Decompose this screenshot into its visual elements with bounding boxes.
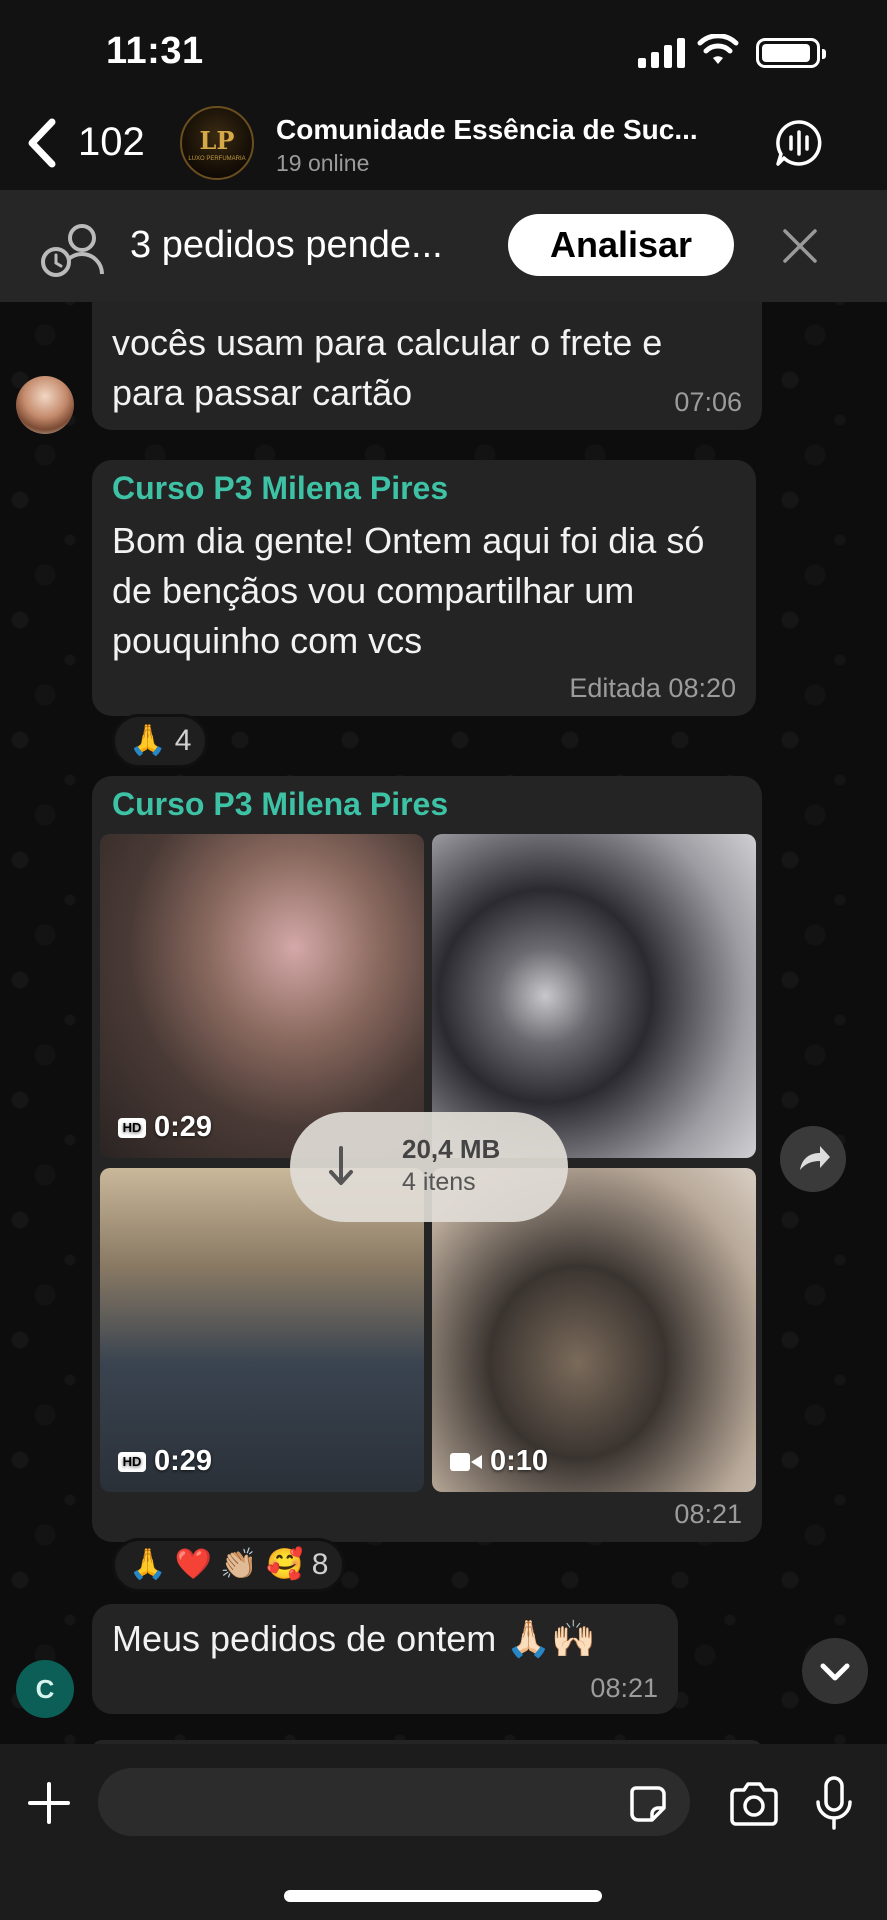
message-input[interactable] — [98, 1768, 690, 1836]
voice-chat-icon[interactable] — [774, 118, 824, 168]
chat-header: 102 LP LUXO PERFUMARIA Comunidade Essênc… — [0, 100, 887, 190]
pending-members-icon — [41, 224, 104, 277]
media-tile[interactable] — [432, 834, 756, 1158]
review-button[interactable]: Analisar — [508, 214, 734, 276]
unread-count[interactable]: 102 — [78, 120, 145, 165]
sender-name[interactable]: Curso P3 Milena Pires — [112, 786, 448, 823]
chevron-down-icon — [820, 1663, 850, 1681]
online-count: 19 online — [276, 150, 370, 176]
message-time: 07:06 — [674, 387, 742, 417]
media-tile[interactable]: HD 0:29 — [100, 834, 424, 1158]
sticker-icon[interactable] — [628, 1784, 668, 1824]
forward-button[interactable] — [780, 1126, 846, 1192]
sender-avatar[interactable] — [16, 376, 74, 434]
message-bubble[interactable]: Meus pedidos de ontem 🙏🏻🙌🏻 08:21 — [92, 1604, 678, 1714]
scroll-down-button[interactable] — [802, 1638, 868, 1704]
video-duration: 0:10 — [450, 1445, 548, 1478]
sender-name[interactable]: Curso P3 Milena Pires — [112, 470, 448, 507]
message-time: Editada 08:20 — [569, 673, 736, 703]
pending-requests-banner: 3 pedidos pende... Analisar — [0, 190, 887, 302]
message-time: 08:21 — [674, 1499, 742, 1529]
hd-icon: HD — [118, 1451, 146, 1472]
avatar-subtext: LUXO PERFUMARIA — [188, 156, 246, 162]
group-name[interactable]: Comunidade Essência de Suc... — [276, 114, 746, 146]
plus-icon[interactable] — [28, 1782, 70, 1824]
back-chevron-icon[interactable] — [24, 118, 60, 168]
close-icon[interactable] — [782, 228, 818, 264]
video-camera-icon — [450, 1452, 482, 1472]
message-time: 08:21 — [590, 1673, 658, 1703]
video-duration: HD 0:29 — [118, 1111, 212, 1144]
message-bubble[interactable]: Curso P3 Milena Pires Bom dia gente! Ont… — [92, 460, 756, 716]
pending-requests-text[interactable]: 3 pedidos pende... — [130, 224, 443, 267]
download-arrow-icon — [329, 1146, 353, 1185]
message-bubble[interactable]: vocês usam para calcular o frete e para … — [92, 302, 762, 430]
message-text: Meus pedidos de ontem 🙏🏻🙌🏻 — [112, 1618, 596, 1659]
reaction-badge[interactable]: 🙏 4 — [112, 714, 209, 768]
message-text: vocês usam para calcular o frete e para … — [112, 322, 663, 413]
group-avatar[interactable]: LP LUXO PERFUMARIA — [180, 106, 254, 180]
download-count: 4 itens — [402, 1168, 476, 1196]
video-duration: HD 0:29 — [118, 1445, 212, 1478]
signal-icon — [638, 38, 686, 68]
download-all-button[interactable]: 20,4 MB 4 itens — [290, 1112, 568, 1222]
status-time: 11:31 — [106, 30, 204, 72]
camera-icon[interactable] — [728, 1782, 780, 1826]
sender-avatar[interactable]: C — [16, 1660, 74, 1718]
home-indicator — [284, 1890, 602, 1902]
message-input-bar — [0, 1744, 887, 1920]
microphone-icon[interactable] — [814, 1776, 854, 1832]
message-text: Bom dia gente! Ontem aqui foi dia só de … — [112, 520, 705, 661]
download-size: 20,4 MB — [402, 1134, 501, 1164]
forward-icon — [800, 1146, 830, 1170]
wifi-icon — [697, 34, 739, 64]
battery-icon — [756, 38, 826, 68]
status-bar: 11:31 — [0, 0, 887, 100]
avatar-monogram: LP — [199, 126, 235, 155]
hd-icon: HD — [118, 1117, 146, 1138]
reaction-badge[interactable]: 🙏 ❤️ 👏🏼 🥰 8 — [112, 1538, 346, 1592]
